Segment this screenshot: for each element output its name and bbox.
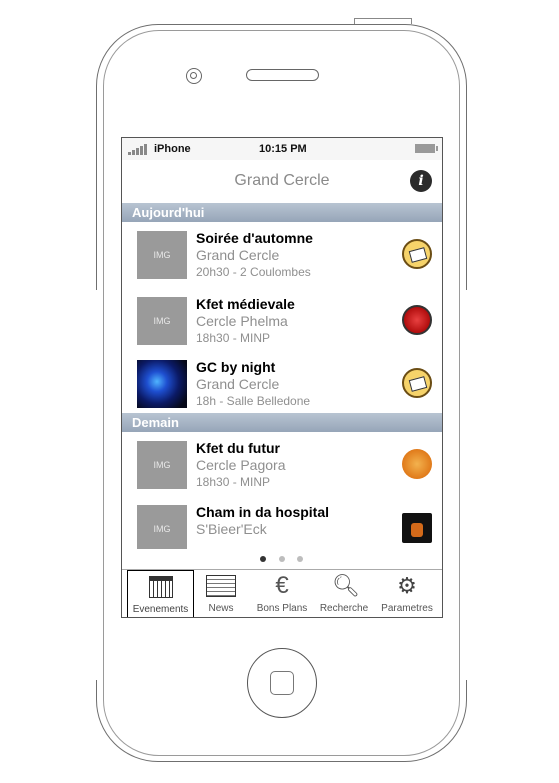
event-row[interactable]: IMG Kfet médievale Cercle Phelma 18h30 - MI… [122,288,442,352]
event-title: Cham in da hospital [196,504,330,520]
event-thumbnail [137,360,187,408]
tab-news[interactable]: News [196,570,246,617]
frame-gap-right [465,290,469,680]
earpiece-speaker [246,69,319,81]
pagora-logo-icon [402,449,432,479]
euro-icon: € [275,572,289,599]
frame-gap [190,18,198,24]
event-venue: Cercle Pagora [196,457,286,473]
tab-label: Parametres [381,603,433,614]
event-venue: Cercle Phelma [196,313,288,329]
phelma-logo-icon [402,305,432,335]
info-icon: i [418,173,424,189]
tab-evenements[interactable]: Evenements [127,570,194,617]
page-indicator[interactable] [122,549,442,569]
event-details: 18h30 - MINP [196,475,271,489]
home-square-icon [270,671,294,695]
event-row[interactable]: IMG Soirée d'automne Grand Cercle 20h30 - 2… [122,222,442,289]
frame-gap-left [94,290,98,680]
event-venue: Grand Cercle [196,376,280,392]
calendar-icon [148,576,173,598]
sbieereck-logo-icon [402,513,432,543]
event-title: Soirée d'automne [196,230,313,246]
event-venue: S'Bieer'Eck [196,521,267,537]
event-details: 18h - Salle Belledone [196,394,311,408]
event-thumbnail: IMG [137,441,187,489]
event-title: GC by night [196,359,276,375]
nav-bar: Grand Cercle i [122,160,442,204]
event-thumbnail: IMG [137,231,187,279]
search-icon: 🔍︎ [332,573,360,598]
app-screen: iPhone 10:15 PM Grand Cercle i Aujourd'h… [121,137,443,618]
grand-cercle-logo-icon [402,239,432,269]
event-thumbnail: IMG [137,505,187,553]
clock: 10:15 PM [259,143,307,155]
signal-icon [128,144,147,155]
event-venue: Grand Cercle [196,247,280,263]
page-dot-1[interactable] [260,556,266,562]
tab-label: Bons Plans [256,603,308,614]
section-header: Aujourd'hui [122,203,442,222]
event-row[interactable]: IMG Kfet du futur Cercle Pagora 18h30 - MIN… [122,432,442,497]
tab-label: Recherche [319,603,369,614]
page-dot-3[interactable] [297,556,303,562]
event-row[interactable]: GC by night Grand Cercle 18h - Salle Belle… [122,351,442,414]
tab-label: News [208,603,234,614]
page-title: Grand Cercle [234,172,330,189]
newspaper-icon [206,575,236,597]
page-dot-2[interactable] [279,556,285,562]
tab-recherche[interactable]: 🔍︎ Recherche [316,570,372,617]
section-header: Demain [122,413,442,432]
gear-icon: ⚙ [397,573,417,598]
event-thumbnail: IMG [137,297,187,345]
info-button[interactable]: i [410,170,432,192]
power-button [354,18,412,24]
event-title: Kfet médievale [196,296,295,312]
carrier-label: iPhone [154,143,191,155]
tab-label: Evenements [132,604,189,615]
event-title: Kfet du futur [196,440,280,456]
tab-bar: Evenements News € Bons Plans 🔍︎ Recherch… [122,569,442,617]
event-details: 20h30 - 2 Coulombes [196,265,311,279]
grand-cercle-logo-icon [402,368,432,398]
status-bar: iPhone 10:15 PM [122,138,442,161]
tab-bons-plans[interactable]: € Bons Plans [250,570,314,617]
front-camera [186,68,202,84]
battery-icon [415,144,438,153]
event-details: 18h30 - MINP [196,331,271,345]
tab-parametres[interactable]: ⚙ Parametres [374,570,440,617]
